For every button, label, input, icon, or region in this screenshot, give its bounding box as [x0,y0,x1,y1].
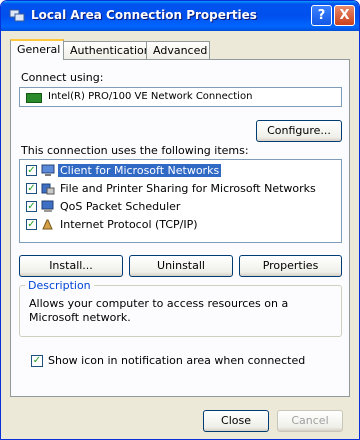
close-window-button[interactable]: X [334,5,355,26]
install-button[interactable]: Install... [19,255,123,277]
show-icon-checkbox[interactable]: ✓ [31,355,43,367]
components-list[interactable]: ✓ Client for Microsoft Networks ✓ File a… [19,159,342,243]
window-title: Local Area Connection Properties [31,8,257,22]
component-checkbox[interactable]: ✓ [26,183,37,194]
tab-advanced[interactable]: Advanced [146,41,210,59]
network-connection-icon [9,9,25,22]
show-icon-label[interactable]: Show icon in notification area when conn… [48,354,305,367]
adapter-name: Intel(R) PRO/100 VE Network Connection [48,91,253,102]
tab-general[interactable]: General [10,39,64,60]
adapter-field: Intel(R) PRO/100 VE Network Connection [19,87,342,107]
component-label: QoS Packet Scheduler [60,200,181,213]
description-text: Allows your computer to access resources… [29,297,289,324]
component-checkbox[interactable]: ✓ [26,219,37,230]
list-item[interactable]: ✓ Client for Microsoft Networks [24,164,334,179]
list-item[interactable]: ✓ Internet Protocol (TCP/IP) [24,218,334,233]
properties-button[interactable]: Properties [239,255,342,277]
network-adapter-icon [26,93,42,103]
component-label: Internet Protocol (TCP/IP) [60,218,198,231]
qos-scheduler-icon [41,200,54,212]
configure-button[interactable]: Configure... [256,120,342,142]
list-item[interactable]: ✓ QoS Packet Scheduler [24,200,334,215]
uninstall-button[interactable]: Uninstall [129,255,233,277]
tab-authentication[interactable]: Authentication [63,41,151,59]
cancel-button[interactable]: Cancel [277,410,343,432]
client-network-icon [41,164,55,176]
properties-dialog: Local Area Connection Properties ? X Gen… [0,0,360,440]
protocol-icon [42,219,53,230]
component-checkbox[interactable]: ✓ [26,201,37,212]
close-button[interactable]: Close [203,410,269,432]
description-title: Description [25,279,94,292]
tab-strip: General Authentication Advanced [10,39,350,60]
list-item[interactable]: ✓ File and Printer Sharing for Microsoft… [24,182,334,197]
component-label: File and Printer Sharing for Microsoft N… [60,182,316,195]
component-label: Client for Microsoft Networks [58,164,222,177]
components-label: This connection uses the following items… [21,144,249,157]
help-button[interactable]: ? [311,5,332,26]
title-bar[interactable]: Local Area Connection Properties ? X [1,1,359,31]
file-printer-sharing-icon [41,183,55,195]
component-checkbox[interactable]: ✓ [26,165,37,176]
connect-using-label: Connect using: [21,71,104,84]
